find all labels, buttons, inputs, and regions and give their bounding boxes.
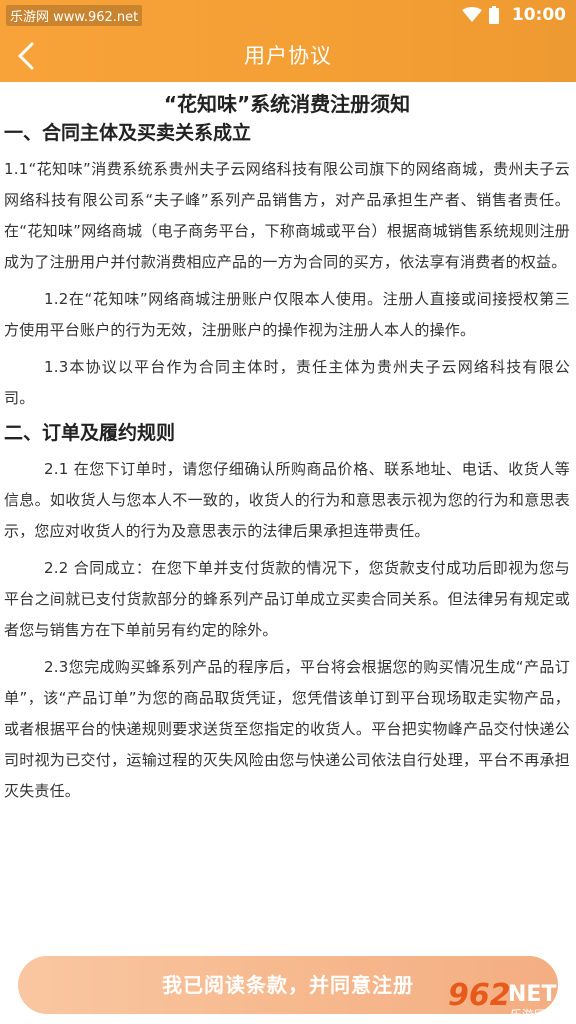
- page-title: 用户协议: [244, 44, 332, 68]
- nav-bar: 用户协议: [0, 30, 576, 82]
- watermark-number: 962: [448, 978, 511, 1013]
- status-icons: 10:00: [461, 4, 566, 26]
- paragraph-1-1: 1.1“花知味”消费系统系贵州夫子云网络科技有限公司旗下的网络商城，贵州夫子云网…: [4, 160, 570, 271]
- watermark-text: 乐游网 www.962.net: [6, 5, 143, 26]
- section-heading-2: 二、订单及履约规则: [4, 422, 176, 444]
- status-bar: 乐游网 www.962.net 10:00: [0, 0, 576, 30]
- battery-icon: [488, 6, 499, 24]
- watermark-logo: 962 NET 乐游网: [448, 978, 570, 1022]
- watermark-net: NET: [508, 982, 557, 1007]
- section-heading-1: 一、合同主体及买卖关系成立: [4, 122, 252, 144]
- agreement-content[interactable]: “花知味”系统消费注册须知 一、合同主体及买卖关系成立 1.1“花知味”消费系统…: [0, 82, 576, 956]
- paragraph-1-3: 1.3本协议以平台作为合同主体时，责任主体为贵州夫子云网络科技有限公司。: [4, 358, 570, 407]
- document-title: “花知味”系统消费注册须知: [163, 92, 411, 116]
- app-header: 乐游网 www.962.net 10:00 用户协议: [0, 0, 576, 82]
- paragraph-1-2: 1.2在“花知味”网络商城注册账户仅限本人使用。注册人直接或间接授权第三方使用平…: [4, 290, 570, 339]
- paragraph-2-2: 2.2 合同成立：在您下单并支付货款的情况下，您货款支付成功后即视为您与平台之间…: [4, 559, 570, 639]
- watermark-site: 乐游网: [510, 1008, 547, 1022]
- footer: 我已阅读条款，并同意注册 962 NET 乐游网: [0, 940, 576, 1024]
- clock: 10:00: [511, 5, 566, 25]
- paragraph-2-3: 2.3您完成购买蜂系列产品的程序后，平台将会根据您的购买情况生成“产品订单”，该…: [4, 658, 570, 800]
- wifi-icon: [461, 7, 482, 22]
- paragraph-2-1: 2.1 在您下订单时，请您仔细确认所购商品价格、联系地址、电话、收货人等信息。如…: [4, 460, 570, 540]
